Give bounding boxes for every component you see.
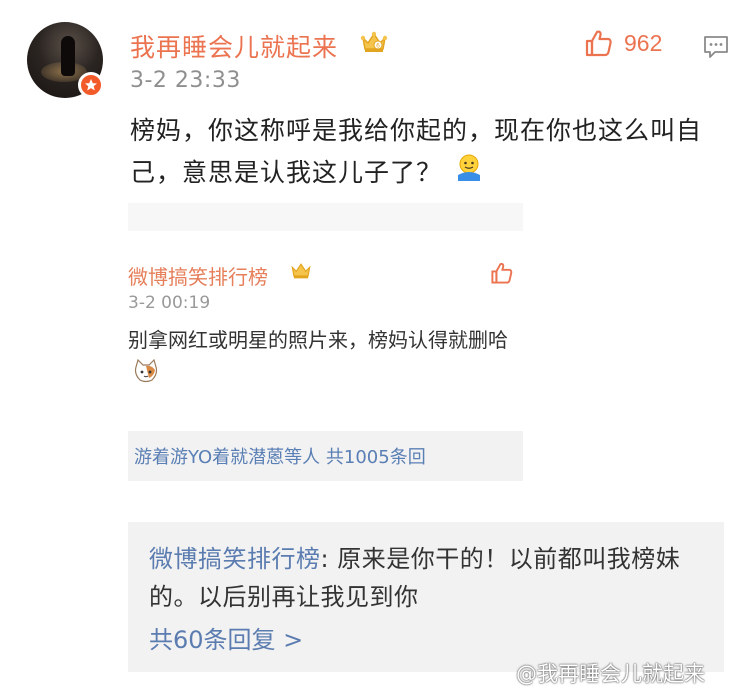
embedded-card: 微博搞笑排行榜 3-2 00:19 别拿网红或明星的照片来，榜妈认得就删哈 游着…: [128, 231, 523, 483]
embedded-reply-summary: 游着游YO着就潜蒽等人 共1005条回: [128, 431, 523, 481]
verified-badge-icon: [78, 72, 104, 98]
like-count: 962: [624, 29, 663, 56]
watermark: @我再睡会儿就起来: [516, 662, 705, 686]
embedded-thumbs-up-icon: [490, 261, 514, 289]
reply-separator: :: [320, 545, 330, 573]
embedded-text: 别拿网红或明星的照片来，榜妈认得就删哈: [128, 328, 508, 352]
cat-emoji-icon: [132, 358, 160, 394]
embedded-reply-text: 游着游YO着就潜蒽等人 共1005条回: [134, 447, 426, 468]
embedded-crown-icon: [290, 261, 312, 284]
like-button[interactable]: 962: [584, 28, 662, 58]
comment-content: 榜妈，你这称呼是我给你起的，现在你也这么叫自己，意思是认我这儿子了？: [130, 110, 720, 196]
thumbs-up-icon: [585, 30, 612, 57]
reply-box[interactable]: 微博搞笑排行榜: 原来是你干的！以前都叫我榜妹的。以后别再让我见到你 共60条回…: [128, 522, 724, 672]
timestamp: 3-2 23:33: [130, 68, 241, 93]
username[interactable]: 我再睡会儿就起来: [130, 28, 338, 64]
embedded-screenshot: 微博搞笑排行榜 3-2 00:19 别拿网红或明星的照片来，榜妈认得就删哈 游着…: [128, 203, 523, 483]
comment-button[interactable]: [703, 34, 729, 64]
embedded-username: 微博搞笑排行榜: [128, 265, 268, 289]
svg-text:6: 6: [376, 43, 380, 50]
reply-author[interactable]: 微博搞笑排行榜: [149, 545, 321, 573]
comment-text: 榜妈，你这称呼是我给你起的，现在你也这么叫自己，意思是认我这儿子了？: [130, 116, 703, 187]
reply-content: 微博搞笑排行榜: 原来是你干的！以前都叫我榜妹的。以后别再让我见到你: [149, 540, 719, 616]
avatar-figure: [61, 36, 75, 76]
emoji-icon: [452, 153, 486, 196]
embedded-timestamp: 3-2 00:19: [128, 293, 211, 313]
crown-vip-icon: 6: [360, 30, 388, 58]
embedded-content: 别拿网红或明星的照片来，榜妈认得就删哈: [128, 323, 523, 394]
badge-star: [85, 79, 97, 91]
comment-icon: [704, 36, 728, 58]
more-replies-link[interactable]: 共60条回复 >: [149, 620, 303, 655]
